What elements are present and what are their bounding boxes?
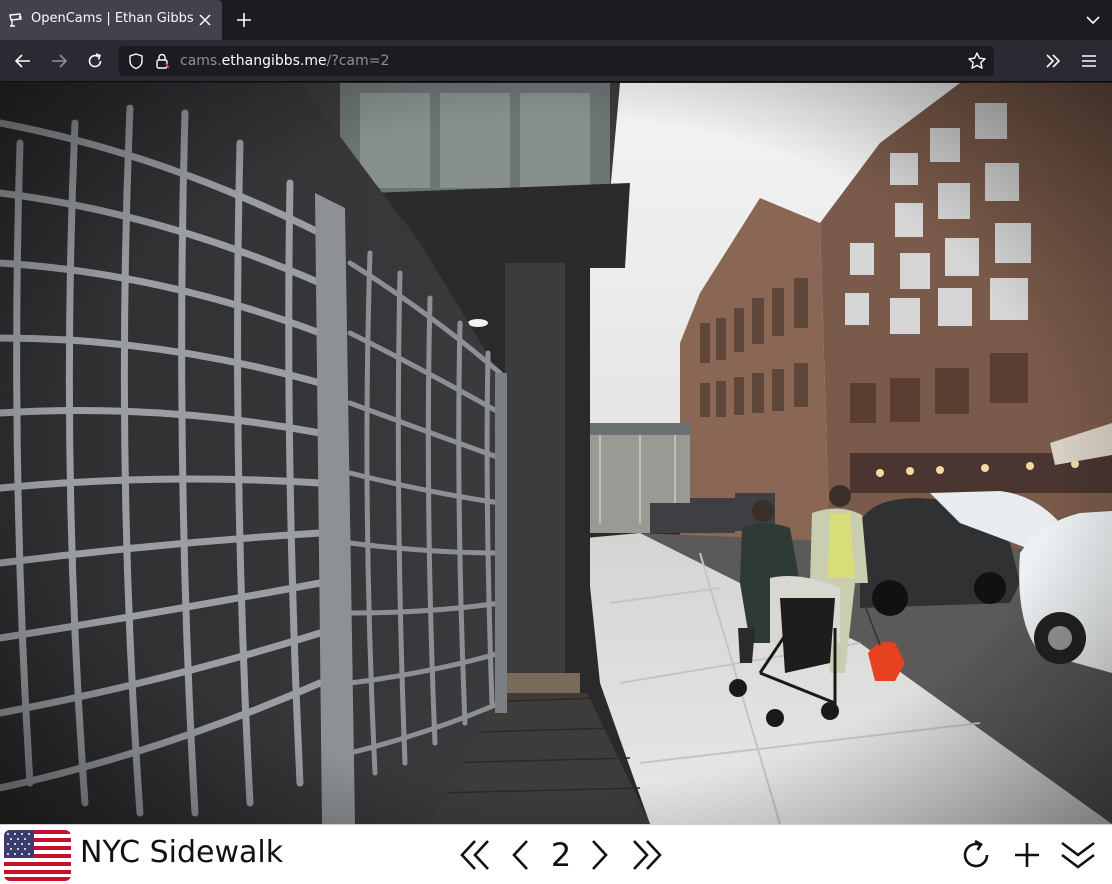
us-flag-icon <box>4 830 71 881</box>
back-button[interactable] <box>10 49 36 73</box>
arrow-left-icon <box>15 54 30 68</box>
chevron-left-icon <box>512 840 528 870</box>
chevron-right-icon <box>592 840 608 870</box>
lock-icon[interactable] <box>153 52 171 70</box>
first-camera-button[interactable] <box>458 835 492 875</box>
url-text[interactable]: cams.ethangibbs.me/?cam=2 <box>180 53 389 69</box>
menu-button[interactable] <box>1076 49 1102 73</box>
double-chevron-right-icon <box>633 840 662 870</box>
tab-title: OpenCams | Ethan Gibbs <box>31 11 194 26</box>
add-camera-button[interactable] <box>1010 835 1044 875</box>
previous-camera-button[interactable] <box>508 835 532 875</box>
arrow-right-icon <box>52 54 67 68</box>
last-camera-button[interactable] <box>630 835 664 875</box>
camera-name: NYC Sidewalk <box>80 835 284 870</box>
double-chevron-down-icon <box>1061 841 1095 869</box>
reload-icon <box>88 53 102 68</box>
new-tab-button[interactable] <box>234 10 254 30</box>
tab-opencams[interactable]: OpenCams | Ethan Gibbs <box>0 0 222 40</box>
expand-button[interactable] <box>1058 835 1098 875</box>
forward-button[interactable] <box>46 49 72 73</box>
hamburger-menu-icon <box>1082 55 1096 67</box>
url-bar[interactable]: cams.ethangibbs.me/?cam=2 <box>119 46 994 76</box>
camera-controls-bar: NYC Sidewalk 2 <box>0 824 1112 884</box>
plus-icon <box>1015 843 1039 867</box>
url-prefix: cams. <box>180 53 222 69</box>
chevron-down-icon <box>1086 16 1100 25</box>
star-icon[interactable] <box>967 51 987 71</box>
double-chevron-right-icon <box>1046 54 1061 68</box>
overflow-button[interactable] <box>1040 49 1066 73</box>
camera-number: 2 <box>550 836 572 874</box>
tab-list-button[interactable] <box>1082 9 1104 31</box>
url-host: ethangibbs.me <box>221 53 327 69</box>
camera-icon <box>9 13 22 27</box>
reload-button[interactable] <box>82 49 108 73</box>
url-path: /?cam=2 <box>326 53 390 69</box>
tab-bar: OpenCams | Ethan Gibbs <box>0 0 1112 40</box>
close-icon[interactable] <box>196 11 214 29</box>
refresh-button[interactable] <box>959 835 995 875</box>
plus-icon <box>237 13 251 27</box>
camera-feed <box>0 83 1112 824</box>
double-chevron-left-icon <box>460 840 489 870</box>
refresh-icon <box>963 839 989 868</box>
camera-image <box>0 83 1112 824</box>
next-camera-button[interactable] <box>588 835 612 875</box>
navigation-toolbar: cams.ethangibbs.me/?cam=2 <box>0 40 1112 82</box>
shield-icon[interactable] <box>127 52 145 70</box>
